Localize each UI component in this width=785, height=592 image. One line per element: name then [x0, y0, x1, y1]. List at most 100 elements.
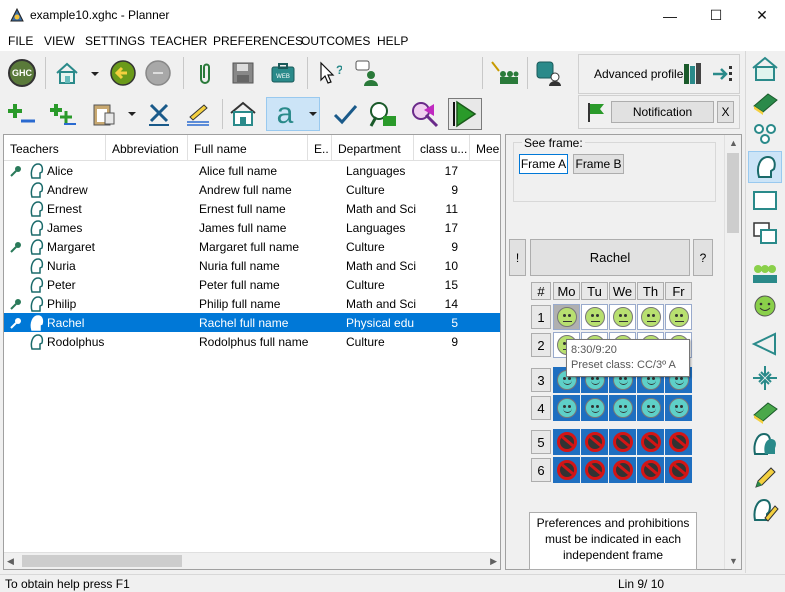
save-button[interactable]: [228, 58, 258, 88]
schedule-cell-forbidden[interactable]: [609, 429, 636, 455]
school-button[interactable]: [228, 99, 258, 129]
teacher-row[interactable]: Peter Peter full name Culture 15: [4, 275, 500, 294]
schedule-cell-forbidden[interactable]: [581, 457, 608, 483]
menu-teacher[interactable]: TEACHER: [150, 34, 207, 48]
filter-search-button[interactable]: [410, 99, 440, 129]
dock-subject-button[interactable]: [748, 396, 782, 428]
menu-view[interactable]: VIEW: [44, 34, 75, 48]
dock-pencil-button[interactable]: [748, 462, 782, 494]
teacher-row[interactable]: Philip Philip full name Math and Sci 14: [4, 294, 500, 313]
schedule-cell-preferred[interactable]: [665, 395, 692, 421]
teacher-row[interactable]: James James full name Languages 17: [4, 218, 500, 237]
horizontal-scrollbar[interactable]: ◀ ▶: [4, 552, 500, 569]
minimize-button[interactable]: —: [647, 0, 693, 31]
schedule-cell-free[interactable]: [581, 304, 608, 330]
day-header[interactable]: Mo: [553, 282, 580, 300]
add-teacher-button[interactable]: [7, 99, 37, 129]
frame-a-button[interactable]: Frame A: [519, 154, 568, 174]
maximize-button[interactable]: ☐: [693, 0, 739, 31]
scroll-up-icon[interactable]: ▲: [729, 138, 738, 148]
teacher-row[interactable]: Rodolphus Rodolphus full name Culture 9: [4, 332, 500, 351]
period-label[interactable]: 2: [531, 333, 551, 357]
help-tool-button[interactable]: ?: [314, 58, 344, 88]
dock-school-button[interactable]: [748, 53, 782, 85]
help-question-button[interactable]: ?: [693, 239, 713, 276]
close-button[interactable]: ✕: [739, 0, 785, 31]
period-label[interactable]: 1: [531, 305, 551, 329]
schedule-cell-free[interactable]: [553, 304, 580, 330]
column-header-department[interactable]: Department: [332, 135, 414, 161]
menu-file[interactable]: FILE: [8, 34, 33, 48]
scrollbar-thumb[interactable]: [22, 555, 182, 567]
font-dropdown-caret[interactable]: [309, 112, 317, 116]
column-header-full-name[interactable]: Full name: [188, 135, 308, 161]
ghc-button[interactable]: GHC: [7, 58, 37, 88]
schedule-cell-preferred[interactable]: [553, 395, 580, 421]
schedule-cell-forbidden[interactable]: [553, 429, 580, 455]
exclaim-button[interactable]: !: [509, 239, 526, 276]
day-header[interactable]: We: [609, 282, 636, 300]
schedule-cell-preferred[interactable]: [609, 395, 636, 421]
frame-b-button[interactable]: Frame B: [573, 154, 624, 174]
run-button[interactable]: [448, 98, 482, 130]
schedule-cell-forbidden[interactable]: [609, 457, 636, 483]
notification-close-button[interactable]: X: [717, 101, 734, 123]
schedule-cell-forbidden[interactable]: [581, 429, 608, 455]
day-header[interactable]: Fr: [665, 282, 692, 300]
settings-user-button[interactable]: [534, 58, 564, 88]
schedule-cell-forbidden[interactable]: [553, 457, 580, 483]
dock-book-button[interactable]: [748, 87, 782, 119]
period-label[interactable]: 4: [531, 396, 551, 420]
column-header-meetings[interactable]: Mee: [470, 135, 500, 161]
schedule-cell-preferred[interactable]: [581, 395, 608, 421]
home-button[interactable]: [52, 58, 82, 88]
schedule-cell-preferred[interactable]: [637, 395, 664, 421]
dock-teacher-edit-button[interactable]: [748, 494, 782, 526]
scroll-right-icon[interactable]: ▶: [490, 556, 497, 567]
day-header[interactable]: Tu: [581, 282, 608, 300]
dock-groups-button[interactable]: [748, 119, 782, 151]
period-label[interactable]: 5: [531, 430, 551, 454]
clipboard-dropdown-caret[interactable]: [128, 112, 136, 116]
vertical-scrollbar-thumb[interactable]: [727, 153, 739, 233]
notification-button[interactable]: Notification: [611, 101, 714, 123]
teacher-row[interactable]: Andrew Andrew full name Culture 9: [4, 180, 500, 199]
teacher-row[interactable]: Margaret Margaret full name Culture 9: [4, 237, 500, 256]
edit-lines-button[interactable]: [183, 99, 213, 129]
home-dropdown-caret[interactable]: [91, 72, 99, 76]
menu-outcomes[interactable]: OUTCOMES: [301, 34, 370, 48]
magic-group-button[interactable]: [489, 58, 519, 88]
forward-button-disabled[interactable]: [143, 58, 173, 88]
menu-help[interactable]: HELP: [377, 34, 408, 48]
schedule-cell-free[interactable]: [637, 304, 664, 330]
dock-students-button[interactable]: [748, 258, 782, 290]
dock-teacher-button[interactable]: [748, 151, 782, 183]
menu-preferences[interactable]: PREFERENCES: [213, 34, 303, 48]
column-header-class-units[interactable]: class u...: [414, 135, 470, 161]
dock-compress-button[interactable]: [748, 362, 782, 394]
arrow-right-list-icon[interactable]: [711, 62, 737, 86]
day-header[interactable]: Th: [637, 282, 664, 300]
period-label[interactable]: 6: [531, 458, 551, 482]
dock-teachers-button[interactable]: [748, 428, 782, 460]
menu-settings[interactable]: SETTINGS: [85, 34, 145, 48]
column-header-e[interactable]: E..: [308, 135, 332, 161]
dock-smile-button[interactable]: [748, 290, 782, 322]
teacher-row[interactable]: Rachel Rachel full name Physical edu 5: [4, 313, 500, 332]
schedule-cell-free[interactable]: [665, 304, 692, 330]
chat-user-button[interactable]: [352, 58, 382, 88]
add-teacher-plus-button[interactable]: [48, 99, 78, 129]
schedule-cell-forbidden[interactable]: [637, 457, 664, 483]
clipboard-button[interactable]: [89, 99, 119, 129]
schedule-cell-forbidden[interactable]: [665, 429, 692, 455]
check-button[interactable]: [330, 99, 360, 129]
teacher-row[interactable]: Alice Alice full name Languages 17: [4, 161, 500, 180]
dock-screen-button[interactable]: [748, 185, 782, 217]
teacher-row[interactable]: Nuria Nuria full name Math and Sci 10: [4, 256, 500, 275]
period-label[interactable]: 3: [531, 368, 551, 392]
dock-triangle-button[interactable]: [748, 328, 782, 360]
scroll-left-icon[interactable]: ◀: [7, 556, 14, 567]
back-button[interactable]: [108, 58, 138, 88]
schedule-cell-free[interactable]: [609, 304, 636, 330]
font-button[interactable]: a: [270, 99, 300, 129]
